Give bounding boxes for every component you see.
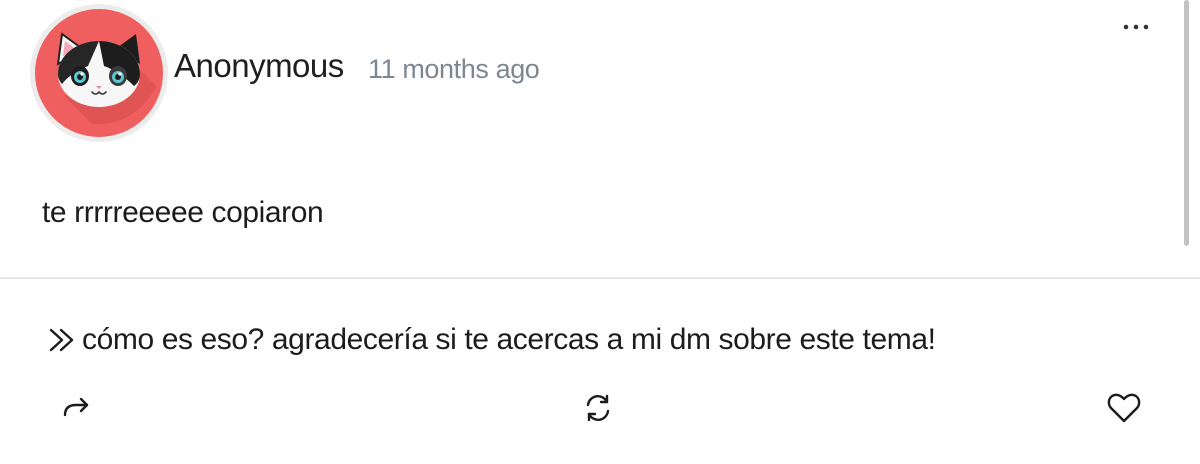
more-horizontal-icon bbox=[1123, 24, 1149, 30]
author-name[interactable]: Anonymous bbox=[174, 44, 344, 88]
question-text: te rrrrreeeee copiaron bbox=[42, 196, 324, 229]
more-options-button[interactable] bbox=[1118, 10, 1154, 44]
question-section: Anonymous 11 months ago te rrrrreeeee co… bbox=[0, 0, 1200, 278]
share-button[interactable] bbox=[56, 388, 96, 428]
double-chevron-right-icon bbox=[48, 324, 78, 364]
refresh-icon bbox=[586, 394, 610, 422]
answer-text: cómo es eso? agradecería si te acercas a… bbox=[82, 323, 936, 356]
divider bbox=[0, 277, 1200, 279]
post-card: Anonymous 11 months ago te rrrrreeeee co… bbox=[0, 0, 1200, 464]
refresh-button[interactable] bbox=[578, 388, 618, 428]
answer-text-row: cómo es eso? agradecería si te acercas a… bbox=[48, 320, 936, 364]
share-icon bbox=[63, 397, 89, 417]
avatar[interactable] bbox=[30, 4, 168, 142]
scrollbar[interactable] bbox=[1184, 0, 1189, 246]
cat-avatar-icon bbox=[35, 9, 163, 137]
like-button[interactable] bbox=[1104, 388, 1144, 428]
heart-icon bbox=[1107, 393, 1141, 423]
post-timestamp: 11 months ago bbox=[368, 54, 540, 84]
